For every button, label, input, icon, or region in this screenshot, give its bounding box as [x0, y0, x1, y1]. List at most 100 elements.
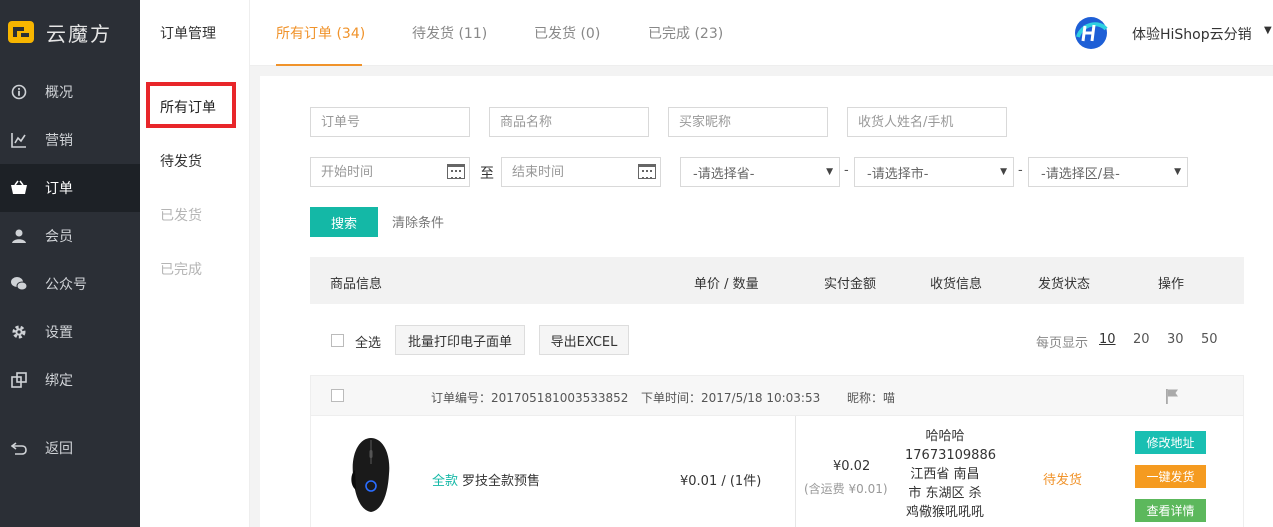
district-select[interactable]: -请选择区/县- ▼: [1028, 157, 1188, 187]
table-header: 商品信息 单价 / 数量 实付金额 收货信息 发货状态 操作: [310, 257, 1244, 304]
info-icon: [10, 83, 28, 101]
tab-shipped[interactable]: 已发货 (0): [534, 23, 600, 43]
nav-label: 订单: [45, 181, 73, 197]
nav-item-settings[interactable]: 设置: [0, 308, 140, 356]
caret-down-icon[interactable]: ▼: [1264, 25, 1272, 36]
paid-amount: ¥0.02: [833, 459, 871, 474]
product-name[interactable]: 罗技全款预售: [462, 470, 540, 489]
column-header-paid: 实付金额: [824, 277, 877, 292]
nav-label: 公众号: [45, 277, 87, 293]
nav-label: 营销: [45, 133, 73, 149]
select-separator: -: [844, 163, 849, 178]
link-icon: [10, 371, 28, 389]
order-submenu: 订单管理 所有订单 待发货 已发货 已完成: [140, 0, 250, 527]
nav-item-overview[interactable]: 概况: [0, 68, 140, 116]
select-all-checkbox[interactable]: [331, 334, 344, 347]
batch-print-button[interactable]: 批量打印电子面单: [395, 325, 525, 355]
main-sidebar: 云魔方 概况 营销 订单 会员 公众号 设置 绑定 返回: [0, 0, 140, 527]
select-all-label[interactable]: 全选: [355, 332, 381, 351]
per-page-option[interactable]: 10: [1099, 332, 1116, 347]
shipping-fee-note: (含运费 ¥0.01): [804, 482, 888, 496]
edit-address-button[interactable]: 修改地址: [1135, 431, 1206, 454]
order-no-input[interactable]: [310, 107, 470, 137]
date-range-separator: 至: [480, 166, 494, 182]
view-details-button[interactable]: 查看详情: [1135, 499, 1206, 522]
nav-label: 绑定: [45, 373, 73, 389]
caret-down-icon: ▼: [826, 167, 833, 177]
column-divider: [795, 416, 796, 527]
nav-item-orders[interactable]: 订单: [0, 164, 140, 212]
tab-pending-shipment[interactable]: 待发货 (11): [412, 23, 487, 43]
tab-completed[interactable]: 已完成 (23): [648, 23, 723, 43]
export-excel-button[interactable]: 导出EXCEL: [539, 325, 629, 355]
flag-icon[interactable]: [1164, 388, 1180, 404]
user-icon: [10, 227, 28, 245]
top-header: 所有订单 (34) 待发货 (11) 已发货 (0) 已完成 (23) 体验Hi…: [250, 0, 1273, 66]
store-logo-icon: [1075, 17, 1108, 49]
receiver-address: 江西省 南昌市 东湖区 杀鸡儆猴吼吼吼: [905, 467, 984, 520]
highlight-box: [146, 82, 236, 128]
gear-icon: [10, 323, 28, 341]
submenu-item-completed[interactable]: 已完成: [160, 259, 202, 279]
calendar-icon[interactable]: [447, 164, 465, 179]
select-separator: -: [1018, 163, 1023, 178]
column-header-actions: 操作: [1158, 277, 1185, 292]
nav-item-marketing[interactable]: 营销: [0, 116, 140, 164]
column-header-receiver: 收货信息: [930, 277, 983, 292]
active-tab-indicator: [276, 64, 362, 66]
payment-type-tag: 全款: [432, 474, 459, 489]
nav-label: 会员: [45, 229, 73, 245]
submenu-item-shipped[interactable]: 已发货: [160, 205, 202, 225]
nav-item-members[interactable]: 会员: [0, 212, 140, 260]
panel-pointer: [251, 96, 260, 114]
caret-down-icon: ▼: [1174, 167, 1181, 177]
nav-item-return[interactable]: 返回: [0, 424, 140, 472]
order-row: 全款 罗技全款预售 ¥0.01 / (1件) ¥0.02 (含运费 ¥0.01)…: [310, 416, 1244, 527]
tab-all-orders[interactable]: 所有订单 (34): [276, 23, 365, 43]
buyer-nickname-input[interactable]: [668, 107, 828, 137]
start-time-input[interactable]: [310, 157, 470, 187]
submenu-title: 订单管理: [160, 26, 216, 42]
chart-icon: [10, 131, 28, 149]
order-time: 下单时间：2017/5/18 10:03:53: [641, 391, 821, 405]
per-page-option[interactable]: 50: [1201, 332, 1218, 347]
receiver-name: 哈哈哈: [925, 429, 965, 444]
product-name-input[interactable]: [489, 107, 649, 137]
column-header-product: 商品信息: [330, 277, 383, 292]
search-button[interactable]: 搜索: [310, 207, 378, 237]
calendar-icon[interactable]: [638, 164, 656, 179]
return-icon: [10, 439, 28, 457]
nav-label: 设置: [45, 325, 73, 341]
order-number: 订单编号：201705181003533852: [431, 391, 629, 405]
per-page-option[interactable]: 20: [1133, 332, 1150, 347]
order-checkbox[interactable]: [331, 389, 344, 402]
per-page-option[interactable]: 30: [1167, 332, 1184, 347]
brand-logo-icon: [8, 21, 34, 43]
nav-item-official-account[interactable]: 公众号: [0, 260, 140, 308]
submenu-item-pending-shipment[interactable]: 待发货: [160, 151, 202, 171]
column-header-status: 发货状态: [1038, 277, 1091, 292]
per-page-label: 每页显示: [1036, 336, 1089, 351]
column-header-price-qty: 单价 / 数量: [694, 277, 759, 292]
nav-label: 返回: [45, 441, 73, 457]
clear-filters-link[interactable]: 清除条件: [392, 212, 444, 231]
shipping-status: 待发货: [1043, 473, 1083, 488]
nav-label: 概况: [45, 85, 73, 101]
end-time-input[interactable]: [501, 157, 661, 187]
order-nickname: 昵称：喵: [847, 391, 896, 405]
nav-item-bind[interactable]: 绑定: [0, 356, 140, 404]
receiver-info: 哈哈哈 17673109886 江西省 南昌市 东湖区 杀鸡儆猴吼吼吼: [905, 427, 996, 522]
user-name[interactable]: 体验HiShop云分销: [1132, 24, 1252, 44]
province-select[interactable]: -请选择省- ▼: [680, 157, 840, 187]
district-select-value: -请选择区/县-: [1041, 166, 1120, 182]
city-select[interactable]: -请选择市- ▼: [854, 157, 1014, 187]
product-image[interactable]: [347, 434, 395, 516]
one-click-ship-button[interactable]: 一键发货: [1135, 465, 1206, 488]
basket-icon: [10, 179, 28, 197]
receiver-input[interactable]: [847, 107, 1007, 137]
order-header-row: 订单编号：201705181003533852 下单时间：2017/5/18 1…: [310, 375, 1244, 416]
app-root: 云魔方 概况 营销 订单 会员 公众号 设置 绑定 返回 订单管理 所有订单 待…: [0, 0, 1273, 527]
receiver-phone: 17673109886: [905, 448, 996, 463]
city-select-value: -请选择市-: [867, 166, 929, 182]
brand: 云魔方: [0, 0, 140, 64]
